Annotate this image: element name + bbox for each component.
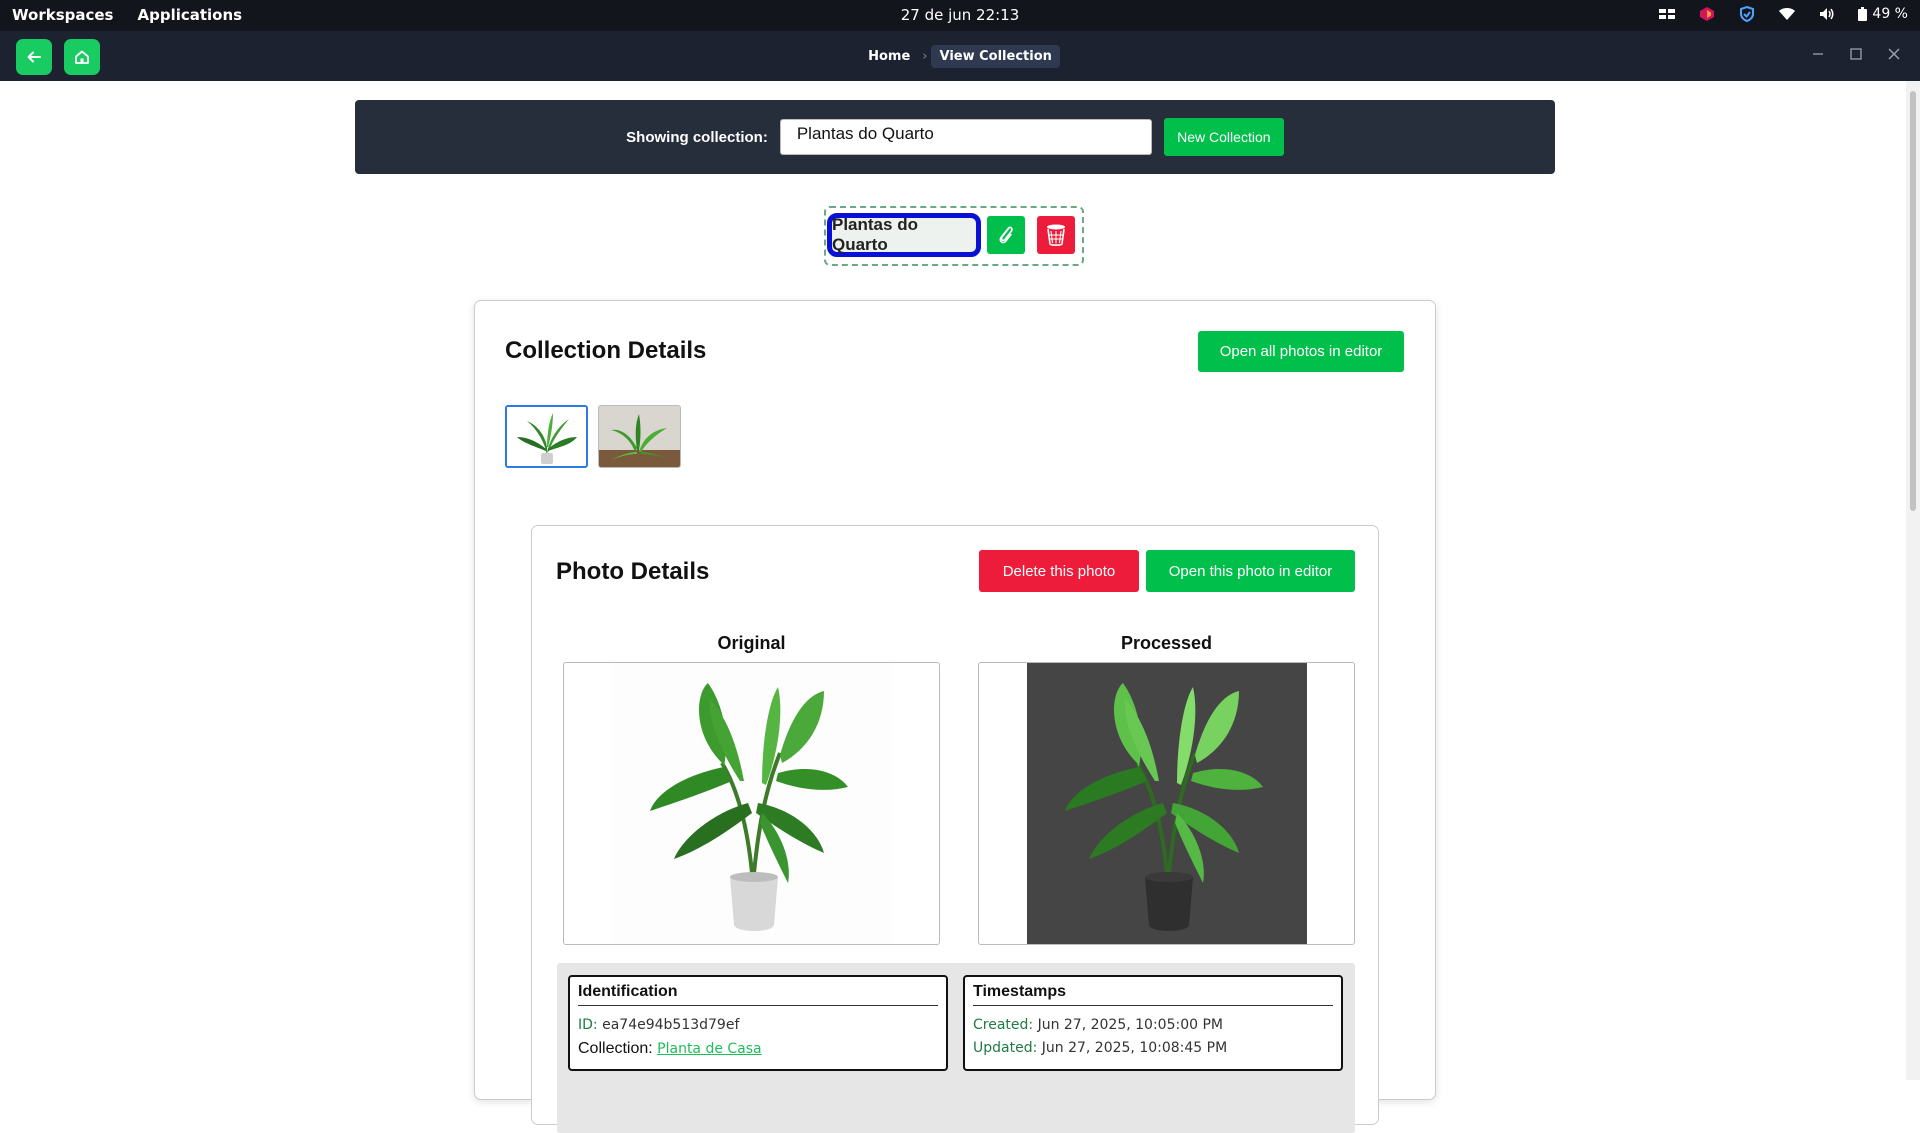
os-top-bar: Workspaces Applications 27 de jun 22:13 … — [0, 0, 1920, 31]
open-all-photos-button[interactable]: Open all photos in editor — [1198, 331, 1404, 372]
plant-thumbnail-image — [507, 407, 586, 466]
photo-metadata-panel: Identification ID: ea74e94b513d79ef Coll… — [557, 963, 1355, 1133]
back-button[interactable] — [16, 39, 52, 75]
battery-icon — [1858, 7, 1868, 21]
edit-collection-button[interactable] — [987, 216, 1025, 254]
created-key: Created: — [973, 1017, 1034, 1033]
clock[interactable]: 27 de jun 22:13 — [901, 6, 1020, 24]
delete-photo-button[interactable]: Delete this photo — [979, 550, 1139, 592]
home-icon — [75, 50, 89, 64]
paperclip-icon — [999, 226, 1013, 244]
maximize-icon[interactable] — [1848, 46, 1864, 62]
identification-box: Identification ID: ea74e94b513d79ef Coll… — [568, 975, 948, 1071]
app-indicator-icon[interactable] — [1698, 5, 1716, 23]
processed-plant-image — [1065, 683, 1263, 931]
created-value: Jun 27, 2025, 10:05:00 PM — [1037, 1017, 1223, 1033]
collection-select[interactable]: Plantas do Quarto — [779, 119, 1152, 155]
trash-icon — [1047, 224, 1065, 246]
timestamps-box: Timestamps Created: Jun 27, 2025, 10:05:… — [963, 975, 1343, 1071]
close-icon[interactable] — [1886, 46, 1902, 62]
photo-collection-key: Collection: — [578, 1040, 653, 1057]
original-image-frame — [563, 662, 940, 945]
original-plant-image — [650, 683, 848, 931]
photo-collection-row: Collection: Planta de Casa — [578, 1037, 938, 1061]
volume-icon[interactable] — [1818, 5, 1836, 23]
collection-details-title: Collection Details — [505, 337, 707, 364]
collection-selector-bar: Showing collection: Plantas do Quarto Ne… — [355, 100, 1555, 174]
breadcrumb-separator: › — [922, 49, 928, 64]
collection-selector-label: Showing collection: — [626, 128, 768, 146]
collection-chip: Plantas do Quarto — [824, 206, 1084, 266]
photo-collection-link[interactable]: Planta de Casa — [657, 1041, 761, 1057]
identification-heading: Identification — [578, 983, 938, 1006]
collection-select-value: Plantas do Quarto — [796, 124, 934, 143]
new-collection-button[interactable]: New Collection — [1163, 118, 1284, 156]
arrow-left-icon — [27, 51, 41, 63]
updated-value: Jun 27, 2025, 10:08:45 PM — [1041, 1040, 1228, 1056]
collection-details-card: Collection Details Open all photos in ed… — [474, 300, 1436, 1133]
photo-id-value: ea74e94b513d79ef — [602, 1017, 740, 1033]
delete-collection-button[interactable] — [1037, 216, 1075, 254]
breadcrumb-home[interactable]: Home — [860, 45, 918, 68]
window-switcher-icon[interactable] — [1658, 5, 1676, 23]
photo-thumbnail-selected[interactable] — [505, 405, 588, 468]
processed-label: Processed — [1120, 633, 1213, 653]
breadcrumb-view-collection[interactable]: View Collection — [931, 45, 1060, 68]
shield-icon[interactable] — [1738, 5, 1756, 23]
timestamps-heading: Timestamps — [973, 983, 1333, 1006]
breadcrumb: Home › View Collection — [0, 45, 1920, 68]
scrollbar-thumb[interactable] — [1910, 91, 1916, 511]
home-button[interactable] — [64, 39, 100, 75]
open-photo-button[interactable]: Open this photo in editor — [1146, 550, 1355, 592]
processed-image-frame — [978, 662, 1355, 945]
page-scrollbar[interactable] — [1906, 81, 1920, 1080]
updated-key: Updated: — [973, 1040, 1038, 1056]
minimize-icon[interactable] — [1810, 46, 1826, 62]
photo-thumbnail[interactable] — [598, 405, 681, 468]
original-label: Original — [717, 633, 786, 653]
battery-percent: 49 % — [1872, 6, 1908, 22]
collection-chip-name[interactable]: Plantas do Quarto — [827, 213, 981, 257]
workspaces-menu[interactable]: Workspaces — [12, 6, 113, 24]
updated-row: Updated: Jun 27, 2025, 10:08:45 PM — [973, 1037, 1333, 1060]
battery-indicator[interactable]: 49 % — [1858, 6, 1908, 22]
photo-details-title: Photo Details — [556, 558, 710, 585]
app-header: Home › View Collection — [0, 31, 1920, 81]
photo-id-row: ID: ea74e94b513d79ef — [578, 1014, 938, 1037]
photo-details-card: Photo Details Delete this photo Open thi… — [531, 525, 1379, 1133]
wifi-icon[interactable] — [1778, 5, 1796, 23]
plant-on-table-thumbnail-image — [599, 406, 680, 467]
applications-menu[interactable]: Applications — [137, 6, 242, 24]
photo-id-key: ID: — [578, 1017, 598, 1033]
created-row: Created: Jun 27, 2025, 10:05:00 PM — [973, 1014, 1333, 1037]
